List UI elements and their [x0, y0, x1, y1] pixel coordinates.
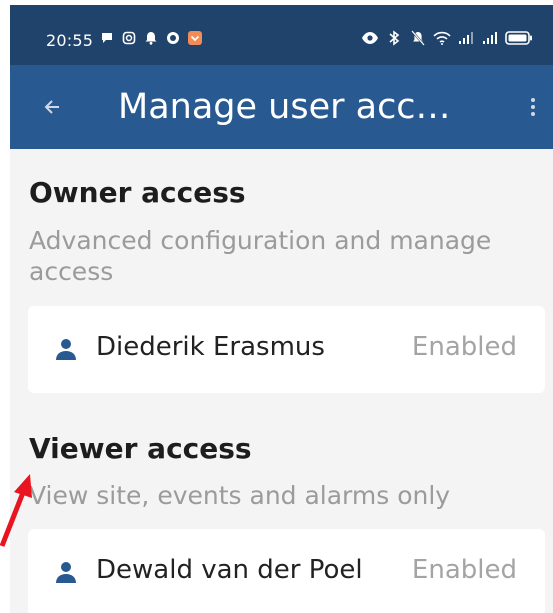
section-desc-owner: Advanced configuration and manage access	[29, 226, 492, 286]
app-notification-icon	[186, 29, 204, 47]
eye-icon	[361, 29, 379, 47]
status-right-icons	[361, 29, 533, 47]
wifi-icon	[433, 29, 451, 47]
signal-icon	[457, 29, 475, 47]
user-name: Dewald van der Poel	[96, 555, 363, 585]
user-status: Enabled	[411, 332, 517, 362]
back-arrow-icon[interactable]	[38, 93, 66, 121]
app-bar: Manage user acc…	[10, 65, 553, 149]
do-not-disturb-icon	[409, 29, 427, 47]
status-left-icons	[98, 29, 204, 47]
notification-bell-icon	[142, 29, 160, 47]
section-title-owner: Owner access	[29, 176, 246, 209]
person-icon	[56, 562, 76, 583]
annotation-arrow-icon	[0, 474, 32, 547]
instagram-icon	[120, 29, 138, 47]
app-screen: 20:55 Manage user acc… Owner access Adva…	[10, 5, 553, 613]
battery-icon	[505, 29, 533, 47]
user-row-owner[interactable]: Diederik Erasmus Enabled	[28, 306, 545, 393]
page-title: Manage user acc…	[118, 87, 451, 127]
section-desc-viewer: View site, events and alarms only	[29, 481, 451, 510]
chat-bubble-icon	[98, 29, 116, 47]
user-name: Diederik Erasmus	[96, 332, 325, 362]
user-status: Enabled	[411, 555, 517, 585]
bluetooth-icon	[385, 29, 403, 47]
user-row-viewer[interactable]: Dewald van der Poel Enabled	[28, 529, 545, 613]
status-bar: 20:55	[10, 5, 553, 65]
person-icon	[56, 339, 76, 360]
more-vert-icon[interactable]	[523, 93, 543, 121]
signal-2-icon	[481, 29, 499, 47]
status-time: 20:55	[46, 31, 94, 50]
section-title-viewer: Viewer access	[29, 432, 252, 465]
vpn-icon	[164, 29, 182, 47]
